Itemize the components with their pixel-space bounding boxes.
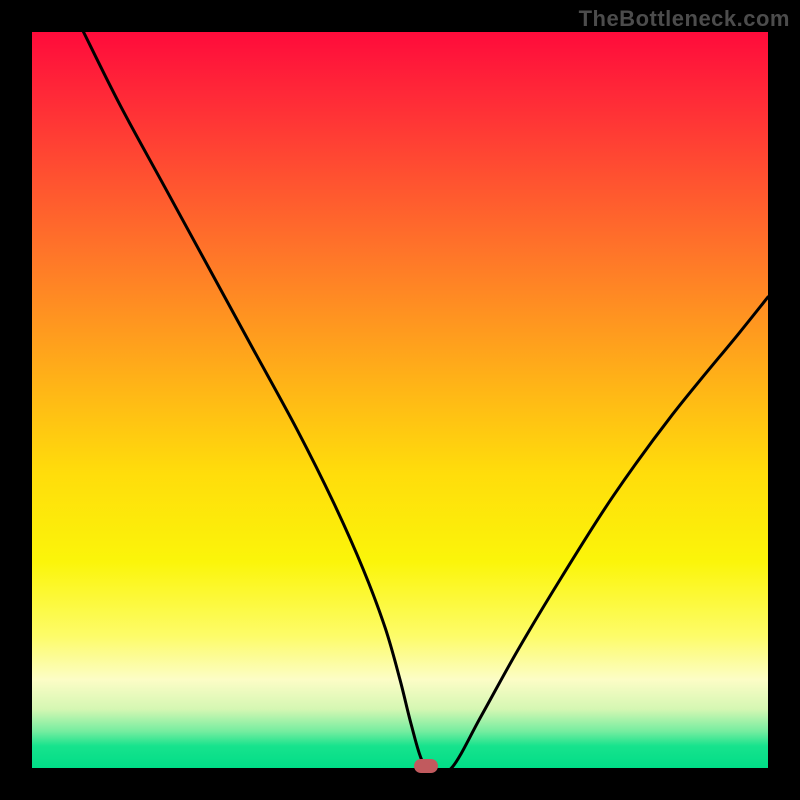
optimum-marker	[414, 759, 438, 773]
watermark-text: TheBottleneck.com	[579, 6, 790, 32]
bottleneck-curve	[84, 32, 768, 768]
chart-container: TheBottleneck.com	[0, 0, 800, 800]
curve-svg	[32, 32, 768, 768]
